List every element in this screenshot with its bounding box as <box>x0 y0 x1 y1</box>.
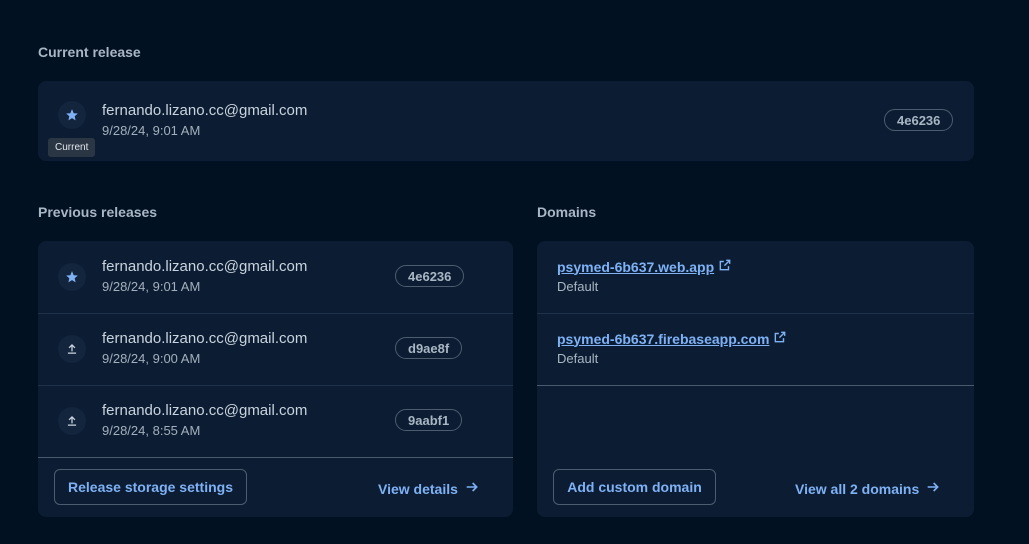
domain-row: psymed-6b637.firebaseapp.com Default <box>537 313 974 386</box>
release-hash-badge[interactable]: 9aabf1 <box>395 409 463 431</box>
release-row: fernando.lizano.cc@gmail.com 9/28/24, 9:… <box>38 313 513 386</box>
domains-card: psymed-6b637.web.app Default psymed-6b63… <box>537 241 974 517</box>
previous-releases-card: fernando.lizano.cc@gmail.com 9/28/24, 9:… <box>38 241 513 517</box>
release-storage-settings-button[interactable]: Release storage settings <box>54 469 247 505</box>
release-author-email: fernando.lizano.cc@gmail.com <box>102 102 308 119</box>
release-date: 9/28/24, 9:00 AM <box>102 351 201 366</box>
current-tooltip: Current <box>48 138 96 157</box>
previous-releases-title: Previous releases <box>38 204 158 220</box>
release-author-email: fernando.lizano.cc@gmail.com <box>102 402 308 419</box>
hosting-releases-page: Current release fernando.lizano.cc@gmail… <box>0 0 1029 544</box>
domain-default-label: Default <box>557 279 599 294</box>
view-all-domains-link[interactable]: View all 2 domains <box>795 479 941 498</box>
release-row: fernando.lizano.cc@gmail.com 9/28/24, 8:… <box>38 385 513 458</box>
release-hash-badge[interactable]: d9ae8f <box>395 337 463 359</box>
release-row: fernando.lizano.cc@gmail.com 9/28/24, 9:… <box>38 241 513 314</box>
arrow-right-icon <box>464 479 480 498</box>
add-custom-domain-button[interactable]: Add custom domain <box>553 469 716 505</box>
release-author-email: fernando.lizano.cc@gmail.com <box>102 330 308 347</box>
domain-row: psymed-6b637.web.app Default <box>537 241 974 314</box>
arrow-right-icon <box>925 479 941 498</box>
domain-url: psymed-6b637.web.app <box>557 258 715 275</box>
release-date: 9/28/24, 9:01 AM <box>102 279 201 294</box>
current-release-card: fernando.lizano.cc@gmail.com 9/28/24, 9:… <box>38 81 974 161</box>
star-icon <box>58 101 86 129</box>
external-link-icon <box>718 258 732 275</box>
domain-default-label: Default <box>557 351 599 366</box>
external-link-icon <box>773 330 787 347</box>
release-date: 9/28/24, 8:55 AM <box>102 423 201 438</box>
release-hash-badge[interactable]: 4e6236 <box>395 265 465 287</box>
domains-title: Domains <box>537 204 597 220</box>
domain-link[interactable]: psymed-6b637.firebaseapp.com <box>557 330 787 347</box>
release-hash-badge[interactable]: 4e6236 <box>884 109 954 131</box>
domain-url: psymed-6b637.firebaseapp.com <box>557 330 770 347</box>
release-author-email: fernando.lizano.cc@gmail.com <box>102 258 308 275</box>
star-icon <box>58 263 86 291</box>
view-details-label: View details <box>378 480 458 497</box>
release-date: 9/28/24, 9:01 AM <box>102 123 201 138</box>
domain-link[interactable]: psymed-6b637.web.app <box>557 258 732 275</box>
upload-icon <box>58 407 86 435</box>
upload-icon <box>58 335 86 363</box>
view-details-link[interactable]: View details <box>378 479 480 498</box>
current-release-title: Current release <box>38 44 141 60</box>
view-all-domains-label: View all 2 domains <box>795 480 920 497</box>
